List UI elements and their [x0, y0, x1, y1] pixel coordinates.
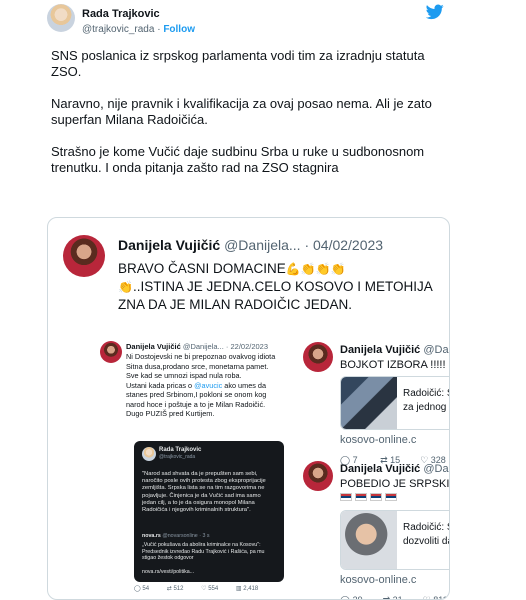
like-stat: ♡ 554 — [201, 586, 219, 592]
tweet-paragraph-2: Naravno, nije pravnik i kvalifikacija za… — [51, 96, 432, 127]
embedded-dark-tweet: Rada Trajkovic @trajkovic_rada "Narod sa… — [134, 441, 284, 582]
quoted-tweet-header: Danijela Vujičić @Danijela... · 04/02/20… — [63, 231, 443, 277]
separator-dot: · — [157, 24, 161, 35]
right-name-2: Danijela Vujičić — [340, 463, 421, 475]
tweet-card: Rada Trajkovic @trajkovic_rada · Follow … — [42, 0, 450, 600]
right-text-1: BOJKOT IZBORA !!!!! — [340, 359, 446, 371]
left-avatar — [100, 341, 122, 363]
quoted-text: BRAVO ČASNI DOMACINE💪👏👏👏 👏..ISTINA JE JE… — [118, 260, 438, 314]
tweet-text: SNS poslanica iz srpskog parlamenta vodi… — [51, 48, 441, 192]
right-handle-1: @DanijelaV — [423, 344, 449, 356]
flexed-biceps-emoji: 💪 — [285, 262, 301, 276]
left-text: Ni Dostojevski ne bi prepoznao ovakvog i… — [126, 352, 286, 419]
right-handle-2: @DanijelaV — [423, 463, 449, 475]
left-name: Danijela Vujičić — [126, 342, 181, 351]
attached-screenshot[interactable]: Danijela Vujičić @Danijela... · 04/02/20… — [47, 217, 450, 600]
quoted-line-1: BRAVO ČASNI DOMACINE — [118, 261, 286, 276]
quoted-name: Danijela Vujičić — [118, 237, 221, 253]
dark-quote: „Vučić pokušava da abolira kriminalce na… — [142, 542, 265, 562]
link-thumbnail-1 — [341, 377, 397, 429]
link-domain-2: kosovo-online.c — [340, 574, 417, 586]
dark-handle: @trajkovic_rada — [159, 454, 196, 460]
left-line-3: Sve kad se umnozi ispad nula roba. — [126, 371, 242, 380]
reply-stat: ◯ 54 — [134, 586, 150, 592]
quoted-date: · 04/02/2023 — [304, 237, 384, 253]
dark-text: "Narod sad shvata da je prepušten sam se… — [142, 471, 266, 514]
left-name-row: Danijela Vujičić @Danijela... · 22/02/20… — [126, 342, 268, 351]
mention-link: @avucic — [194, 380, 223, 390]
dark-link: nova.rs/vesti/politika... — [142, 569, 195, 575]
quoted-handle: @Danijela... — [224, 237, 301, 253]
quoted-name-row: Danijela Vujičić @Danijela... · 04/02/20… — [118, 237, 383, 253]
serbian-flag-emoji-row — [340, 493, 400, 503]
twitter-bird-icon[interactable] — [426, 4, 444, 20]
serbian-flag-emoji — [355, 493, 367, 501]
author-name[interactable]: Rada Trajkovic — [82, 8, 160, 20]
follow-button[interactable]: Follow — [163, 24, 195, 35]
link-thumbnail-2 — [341, 511, 397, 569]
link-title-2a: Radoičić: Srpsk — [403, 522, 449, 533]
reply-stat: ◯ 39 — [340, 595, 363, 600]
tweet-paragraph-3: Strašno je kome Vučić daje sudbinu Srba … — [51, 144, 425, 175]
left-inner-tweet: Danijela Vujičić @Danijela... · 22/02/20… — [100, 341, 285, 596]
dark-source-handle: @novarsonline · 3 s — [162, 533, 210, 539]
clapping-hands-emoji: 👏👏👏 — [300, 262, 346, 276]
right-avatar-1 — [303, 342, 333, 372]
right-text-2: POBEDIO JE SRPSKI NAROD — [340, 478, 450, 490]
link-title-1b: za jednog časno — [403, 402, 449, 413]
left-line-4: Ustani kada pricas o @avucic ako umes da… — [126, 380, 267, 409]
tweet-paragraph-1: SNS poslanica iz srpskog parlamenta vodi… — [51, 48, 425, 79]
left-date: · 22/02/2023 — [225, 342, 269, 351]
link-title-2b: dozvoliti da im c — [403, 536, 449, 547]
dark-name: Rada Trajkovic — [159, 447, 202, 453]
link-domain-1: kosovo-online.c — [340, 434, 417, 446]
link-title-1a: Radoičić: Sutra — [403, 388, 449, 399]
clapping-hands-emoji: 👏 — [118, 280, 133, 294]
right-name-row-2: Danijela Vujičić @DanijelaV — [340, 463, 449, 475]
dark-source: nova.rs — [142, 533, 161, 539]
left-line-1: Ni Dostojevski ne bi prepoznao ovakvog i… — [126, 352, 276, 361]
left-handle: @Danijela... — [182, 342, 224, 351]
dark-source-row: nova.rs @novarsonline · 3 s — [142, 533, 276, 539]
like-stat: ♡ 811 — [422, 595, 448, 600]
right-name-1: Danijela Vujičić — [340, 344, 421, 356]
link-card-2: Radoičić: Srpsk dozvoliti da im c — [340, 510, 449, 570]
right-inner-tweet-1: Danijela Vujičić @DanijelaV BOJKOT IZBOR… — [303, 342, 449, 465]
serbian-flag-emoji — [385, 493, 397, 501]
left-line-2: Sitna dusa,prodano srce, monetarna pamet… — [126, 361, 269, 371]
author-handle[interactable]: @trajkovic_rada — [82, 24, 154, 35]
serbian-flag-emoji — [340, 493, 352, 501]
author-avatar[interactable] — [47, 4, 75, 32]
left-stats: ◯ 54 ⇄ 512 ♡ 554 ▥ 2,418 — [134, 585, 284, 592]
right-avatar-2 — [303, 461, 333, 491]
quoted-avatar — [63, 235, 105, 277]
left-line-5: Dugo PUZIŠ pred Kurtijem. — [126, 409, 215, 418]
right-stats-2: ◯ 39 ⇄ 21 ♡ 811 — [340, 595, 449, 600]
views-stat: ▥ 2,418 — [235, 586, 259, 592]
dark-avatar — [142, 447, 156, 461]
serbian-flag-emoji — [370, 493, 382, 501]
author-handle-row: @trajkovic_rada · Follow — [82, 24, 195, 35]
right-name-row-1: Danijela Vujičić @DanijelaV — [340, 344, 449, 356]
tweet-header: Rada Trajkovic @trajkovic_rada · Follow — [42, 0, 450, 40]
link-card-1: Radoičić: Sutra za jednog časno — [340, 376, 449, 430]
quoted-line-2: ..ISTINA JE JEDNA.CELO KOSOVO I METOHIJA… — [118, 279, 433, 312]
right-inner-tweet-2: Danijela Vujičić @DanijelaV POBEDIO JE S… — [303, 461, 450, 600]
retweet-stat: ⇄ 512 — [166, 586, 184, 592]
retweet-stat: ⇄ 21 — [382, 595, 403, 600]
